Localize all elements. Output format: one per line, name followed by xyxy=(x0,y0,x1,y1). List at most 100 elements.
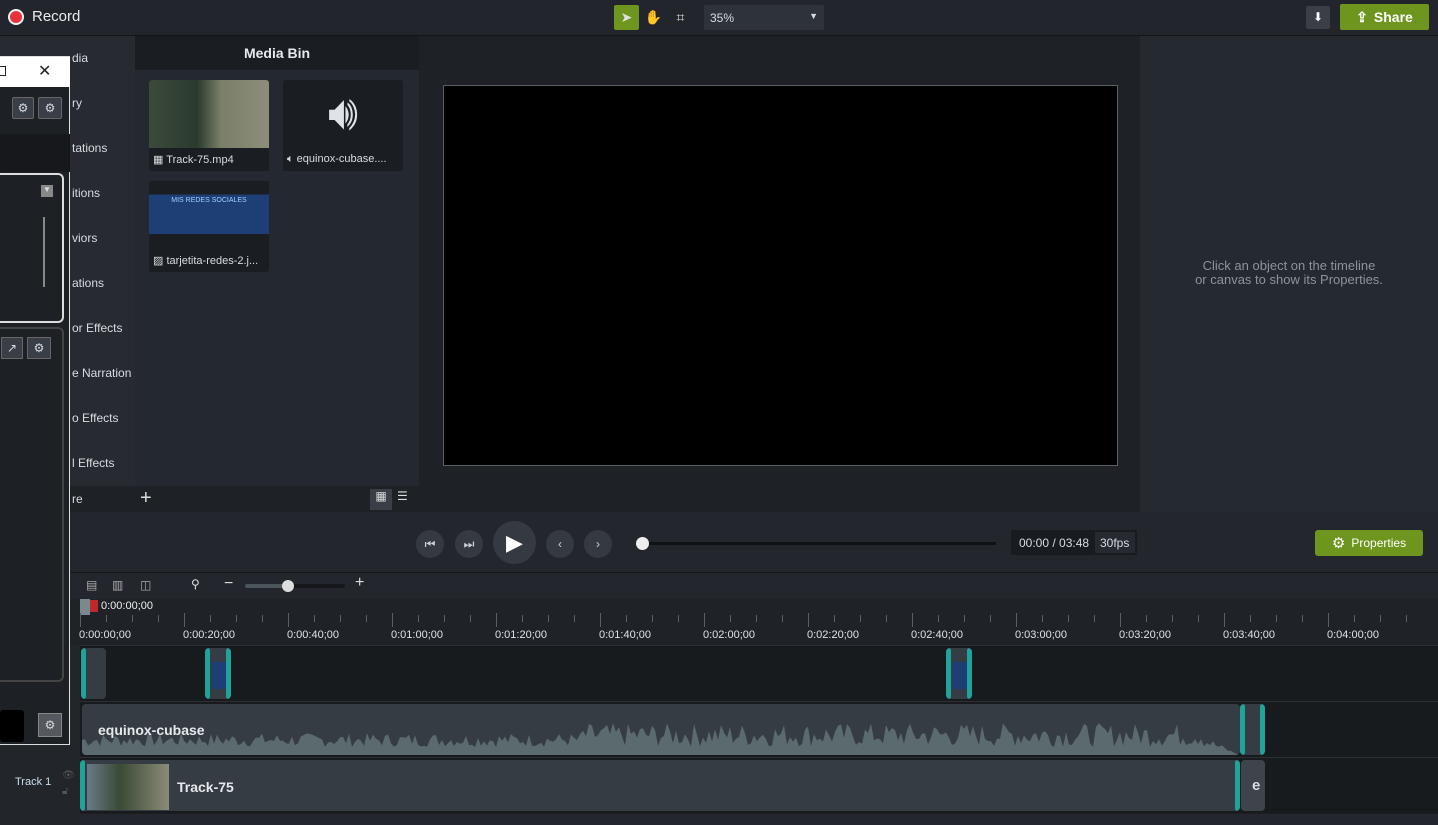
zoom-out-icon[interactable]: − xyxy=(224,575,233,593)
record-icon[interactable] xyxy=(8,9,24,25)
paste-icon[interactable]: ▥ xyxy=(112,578,123,592)
share-button[interactable]: ⇪ Share xyxy=(1340,4,1429,30)
gear-icon[interactable]: ⚙ xyxy=(38,713,62,737)
timeline-ruler[interactable]: 0:00:00;00 0:00:00;00 0:00:20;00 0:00:40;0… xyxy=(70,599,1438,645)
record-button[interactable]: Record xyxy=(32,8,80,25)
crop-icon[interactable]: ⌗ xyxy=(668,5,693,30)
canvas-preview[interactable] xyxy=(443,85,1118,466)
gear-icon[interactable]: ⚙ xyxy=(38,97,62,119)
card-text: MIS REDES SOCIALES xyxy=(171,197,247,204)
ruler-label: 0:03:20;00 xyxy=(1119,629,1171,641)
ruler-minor-tick xyxy=(1380,615,1381,622)
zoom-search-icon: ⚲ xyxy=(191,577,200,591)
close-icon[interactable]: ✕ xyxy=(38,61,51,81)
time-readout: 00:00 / 03:48 xyxy=(1019,536,1090,550)
ruler-minor-tick xyxy=(1172,615,1173,622)
grid-view-icon[interactable]: ▦ xyxy=(370,489,392,510)
ruler-tick xyxy=(1016,613,1017,627)
timeline-scrollbar[interactable] xyxy=(80,814,1438,825)
clip-thumbnail xyxy=(87,764,169,810)
ruler-label: 0:01:00;00 xyxy=(391,629,443,641)
chevron-down-icon: ▼ xyxy=(809,11,818,21)
timeline-clip[interactable] xyxy=(81,648,106,699)
clip-label: equinox-cubase xyxy=(98,722,205,738)
timeline-clip[interactable] xyxy=(1240,704,1265,755)
fps-readout: 30fps xyxy=(1095,532,1135,553)
media-item-name: equinox-cubase.... xyxy=(296,153,387,165)
timeline-clip-image[interactable] xyxy=(205,648,231,699)
ruler-minor-tick xyxy=(860,615,861,622)
ruler-minor-tick xyxy=(834,615,835,622)
next-icon[interactable]: › xyxy=(584,530,612,558)
track-1[interactable]: Track-75 e xyxy=(80,757,1438,813)
hand-icon[interactable]: ✋ xyxy=(641,5,666,30)
ruler-label: 0:03:00;00 xyxy=(1015,629,1067,641)
timeline-clip[interactable]: e xyxy=(1241,760,1265,811)
speaker-icon: 🔊︎ xyxy=(327,87,359,140)
ruler-minor-tick xyxy=(938,615,939,622)
top-toolbar: Record ➤ ✋ ⌗ 35% ▼ ⬇ ⇪ Share xyxy=(0,0,1438,36)
ruler-label: 0:01:40;00 xyxy=(599,629,651,641)
split-icon[interactable]: ◫ xyxy=(140,578,151,592)
media-item-image[interactable]: MIS REDES SOCIALES ▨ tarjetita-redes-2.j… xyxy=(149,181,269,272)
zoom-select[interactable]: 35% ▼ xyxy=(704,5,824,30)
track-2[interactable]: equinox-cubase xyxy=(80,701,1438,757)
playhead-red-handle[interactable] xyxy=(90,600,98,612)
ruler-minor-tick xyxy=(730,615,731,622)
copy-icon[interactable]: ▤ xyxy=(86,578,97,592)
timeline-zoom-slider[interactable] xyxy=(245,584,345,588)
ruler-tick xyxy=(1120,613,1121,627)
video-thumbnail xyxy=(149,80,269,148)
ruler-minor-tick xyxy=(574,615,575,622)
audio-clip[interactable]: equinox-cubase xyxy=(82,704,1240,755)
list-view-icon[interactable]: ☰ xyxy=(397,489,408,503)
track-3[interactable] xyxy=(80,645,1438,701)
timeline-clip-image[interactable] xyxy=(946,648,972,699)
media-item-video[interactable]: ▦ Track-75.mp4 xyxy=(149,80,269,171)
add-media-icon[interactable]: + xyxy=(140,487,152,510)
ruler-minor-tick xyxy=(522,615,523,622)
properties-button[interactable]: ⚙ Properties xyxy=(1315,530,1423,556)
download-icon[interactable]: ⬇ xyxy=(1306,6,1330,29)
video-clip[interactable]: Track-75 xyxy=(80,760,1240,811)
maximize-icon[interactable] xyxy=(0,66,6,76)
image-icon: ▨ xyxy=(153,255,167,267)
step-back-icon[interactable]: ⏮ xyxy=(416,530,444,558)
playhead-marker[interactable] xyxy=(80,599,90,615)
ruler-minor-tick xyxy=(444,615,445,622)
record-area[interactable] xyxy=(0,710,24,742)
media-item-name: tarjetita-redes-2.j... xyxy=(166,255,259,267)
expand-icon[interactable]: ↗ xyxy=(1,337,23,359)
pointer-icon[interactable]: ➤ xyxy=(614,5,639,30)
window-titlebar: ✕ xyxy=(0,57,70,87)
media-item-audio[interactable]: 🔊︎ 🔈︎ equinox-cubase.... xyxy=(283,80,403,171)
scrubber-handle[interactable] xyxy=(636,537,649,550)
eye-icon[interactable]: 👁︎ xyxy=(62,770,75,781)
zoom-in-icon[interactable]: + xyxy=(355,574,364,592)
lock-icon[interactable]: 🔓︎ xyxy=(62,786,68,797)
dropdown-icon[interactable]: ▼ xyxy=(41,185,53,197)
zoom-slider-handle[interactable] xyxy=(282,580,294,592)
clip-label: Track-75 xyxy=(177,779,234,795)
ruler-tick xyxy=(912,613,913,627)
ruler-minor-tick xyxy=(652,615,653,622)
gear-icon[interactable]: ⚙ xyxy=(27,337,51,359)
ruler-minor-tick xyxy=(1042,615,1043,622)
scrubber-track[interactable] xyxy=(642,542,996,545)
previous-icon[interactable]: ‹ xyxy=(546,530,574,558)
timeline-toolbar: ▤ ▥ ◫ ⚲ − + xyxy=(70,573,1438,599)
share-label: Share xyxy=(1373,9,1413,25)
ruler-label: 0:00:40;00 xyxy=(287,629,339,641)
step-forward-icon[interactable]: ⏭ xyxy=(455,530,483,558)
play-icon[interactable]: ▶ xyxy=(493,521,536,564)
webcam-panel: ↗ ⚙ xyxy=(0,327,64,682)
properties-panel: Click an object on the timeline or canvas… xyxy=(1140,36,1438,512)
ruler-tick xyxy=(184,613,185,627)
ruler-minor-tick xyxy=(548,615,549,622)
media-bin: Media Bin ▦ Track-75.mp4 🔊︎ 🔈︎ equinox-c… xyxy=(135,36,419,512)
ruler-tick xyxy=(1224,613,1225,627)
playhead-time: 0:00:00;00 xyxy=(101,600,153,612)
camera-settings-icon[interactable]: ⚙ xyxy=(12,97,34,119)
volume-slider[interactable] xyxy=(43,217,45,287)
ruler-minor-tick xyxy=(340,615,341,622)
